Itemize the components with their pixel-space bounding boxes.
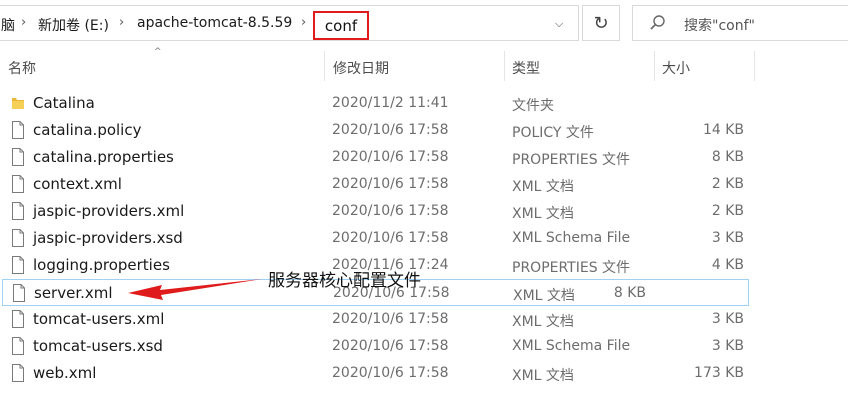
file-name: jaspic-providers.xsd xyxy=(33,229,183,247)
column-header: ^ 名称 修改日期 类型 大小 xyxy=(0,47,848,83)
file-icon xyxy=(12,364,24,382)
breadcrumb-item-drive[interactable]: 新加卷 (E:) xyxy=(38,15,109,35)
address-bar[interactable]: 脑 › 新加卷 (E:) › apache-tomcat-8.5.59 › co… xyxy=(0,5,579,41)
file-icon xyxy=(12,175,24,193)
file-icon xyxy=(13,284,25,302)
navigation-bar: 脑 › 新加卷 (E:) › apache-tomcat-8.5.59 › co… xyxy=(0,0,848,48)
chevron-down-icon[interactable]: ⌵ xyxy=(551,17,567,31)
file-size: 14 KB xyxy=(702,122,744,138)
file-name: logging.properties xyxy=(33,256,170,274)
column-divider[interactable] xyxy=(504,51,505,81)
column-date[interactable]: 修改日期 xyxy=(333,58,389,78)
file-icon xyxy=(12,256,24,274)
file-row[interactable]: catalina.policy 2020/10/6 17:58 POLICY 文… xyxy=(0,117,848,144)
file-icon xyxy=(12,337,24,355)
file-date: 2020/10/6 17:58 xyxy=(332,203,449,219)
file-size: 2 KB xyxy=(711,203,744,219)
file-name: tomcat-users.xsd xyxy=(33,337,163,355)
file-icon xyxy=(12,148,24,166)
folder-row[interactable]: Catalina 2020/11/2 11:41 文件夹 xyxy=(0,90,848,117)
file-size: 3 KB xyxy=(711,338,744,354)
file-name: tomcat-users.xml xyxy=(33,310,165,328)
folder-icon xyxy=(12,98,24,109)
file-date: 2020/10/6 17:58 xyxy=(332,365,449,381)
sort-ascending-icon: ^ xyxy=(154,47,162,57)
file-name: catalina.properties xyxy=(33,148,174,166)
file-date: 2020/10/6 17:58 xyxy=(332,338,449,354)
refresh-button[interactable]: ↻ xyxy=(582,5,620,41)
search-icon xyxy=(650,15,665,30)
search-box[interactable]: 搜索"conf" xyxy=(632,5,848,41)
file-type: POLICY 文件 xyxy=(512,125,594,141)
file-type: XML 文档 xyxy=(512,206,574,222)
file-name: Catalina xyxy=(33,94,95,112)
breadcrumb-item-tomcat[interactable]: apache-tomcat-8.5.59 xyxy=(137,15,292,31)
file-icon xyxy=(12,310,24,328)
file-date: 2020/10/6 17:58 xyxy=(332,149,449,165)
file-size: 8 KB xyxy=(711,149,744,165)
file-icon xyxy=(12,202,24,220)
file-size: 8 KB xyxy=(613,285,646,301)
annotation-label: 服务器核心配置文件 xyxy=(268,271,421,291)
file-type: XML Schema File xyxy=(512,338,631,354)
file-name: web.xml xyxy=(33,364,97,382)
column-size[interactable]: 大小 xyxy=(662,58,690,78)
file-size: 3 KB xyxy=(711,230,744,246)
column-divider[interactable] xyxy=(754,51,755,81)
file-row[interactable]: web.xml 2020/10/6 17:58 XML 文档 173 KB xyxy=(0,360,848,387)
file-icon xyxy=(12,229,24,247)
file-row[interactable]: catalina.properties 2020/10/6 17:58 PROP… xyxy=(0,144,848,171)
breadcrumb-item-pc[interactable]: 脑 xyxy=(1,15,15,35)
file-date: 2020/11/2 11:41 xyxy=(332,95,449,111)
file-row[interactable]: tomcat-users.xsd 2020/10/6 17:58 XML Sch… xyxy=(0,333,848,360)
file-date: 2020/10/6 17:58 xyxy=(332,176,449,192)
file-type: XML Schema File xyxy=(512,230,631,246)
file-type: PROPERTIES 文件 xyxy=(512,260,631,276)
file-type: XML 文档 xyxy=(512,179,574,195)
file-date: 2020/10/6 17:58 xyxy=(332,230,449,246)
file-name: context.xml xyxy=(33,175,122,193)
column-type[interactable]: 类型 xyxy=(512,58,540,78)
file-icon xyxy=(12,121,24,139)
file-row[interactable]: jaspic-providers.xml 2020/10/6 17:58 XML… xyxy=(0,198,848,225)
column-divider[interactable] xyxy=(654,51,655,81)
file-type: 文件夹 xyxy=(512,98,554,114)
file-name: server.xml xyxy=(34,284,113,302)
file-type: XML 文档 xyxy=(513,288,575,304)
search-input[interactable]: 搜索"conf" xyxy=(684,15,755,35)
file-size: 4 KB xyxy=(711,257,744,273)
file-row[interactable]: jaspic-providers.xsd 2020/10/6 17:58 XML… xyxy=(0,225,848,252)
file-type: XML 文档 xyxy=(512,314,574,330)
file-size: 3 KB xyxy=(711,311,744,327)
breadcrumb-separator-icon[interactable]: › xyxy=(301,15,306,30)
breadcrumb-separator-icon[interactable]: › xyxy=(119,15,124,30)
file-row[interactable]: context.xml 2020/10/6 17:58 XML 文档 2 KB xyxy=(0,171,848,198)
file-date: 2020/10/6 17:58 xyxy=(332,122,449,138)
file-name: jaspic-providers.xml xyxy=(33,202,185,220)
column-divider[interactable] xyxy=(324,51,325,81)
breadcrumb-separator-icon[interactable]: › xyxy=(21,15,26,30)
file-size: 173 KB xyxy=(694,365,744,381)
file-row[interactable]: logging.properties 2020/11/6 17:24 PROPE… xyxy=(0,252,848,279)
breadcrumb-current-conf[interactable]: conf xyxy=(313,11,369,40)
column-name[interactable]: 名称 xyxy=(8,58,36,78)
file-row[interactable]: tomcat-users.xml 2020/10/6 17:58 XML 文档 … xyxy=(0,306,848,333)
file-type: XML 文档 xyxy=(512,368,574,384)
file-date: 2020/10/6 17:58 xyxy=(332,311,449,327)
refresh-icon: ↻ xyxy=(593,12,609,34)
file-type: PROPERTIES 文件 xyxy=(512,152,631,168)
file-name: catalina.policy xyxy=(33,121,142,139)
file-size: 2 KB xyxy=(711,176,744,192)
